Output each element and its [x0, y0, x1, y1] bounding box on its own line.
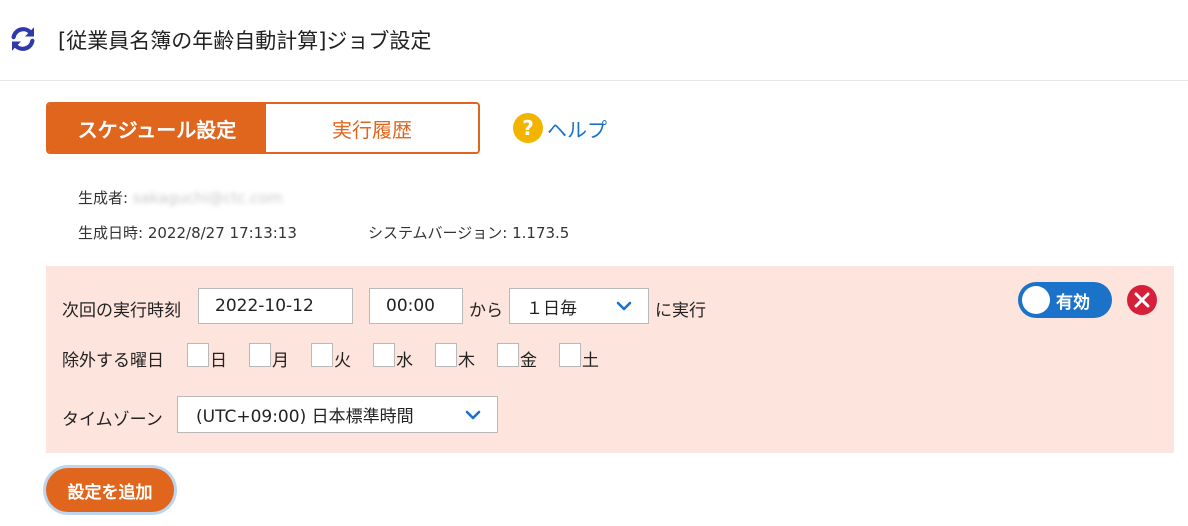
- toggle-knob: [1022, 286, 1050, 314]
- exclude-weekdays-label: 除外する曜日: [62, 351, 164, 371]
- created-at-value: 2022/8/27 17:13:13: [147, 224, 297, 242]
- interval-select[interactable]: １日毎: [509, 288, 649, 324]
- created-at-row: 生成日時: 2022/8/27 17:13:13: [78, 222, 297, 243]
- tab-schedule-settings[interactable]: スケジュール設定: [48, 104, 266, 152]
- weekday-checkbox-thu[interactable]: [435, 343, 457, 367]
- creator-label: 生成者:: [78, 189, 129, 207]
- interval-value: １日毎: [526, 298, 577, 319]
- enabled-label: 有効: [1056, 293, 1090, 313]
- time-input[interactable]: 00:00: [369, 288, 463, 324]
- time-value: 00:00: [386, 296, 435, 316]
- execute-suffix-label: に実行: [655, 301, 706, 321]
- weekday-checkbox-sat[interactable]: [559, 343, 581, 367]
- weekday-checkbox-wed[interactable]: [373, 343, 395, 367]
- page-header: [従業員名簿の年齢自動計算]ジョブ設定: [0, 0, 1188, 81]
- date-value: 2022-10-12: [215, 296, 314, 316]
- weekday-label-fri: 金: [520, 351, 537, 371]
- help-label: ヘルプ: [547, 117, 607, 142]
- weekday-label-thu: 木: [458, 351, 475, 371]
- question-circle-icon: ?: [513, 113, 543, 143]
- tab-bar: スケジュール設定 実行履歴: [46, 102, 480, 154]
- from-label: から: [469, 301, 503, 321]
- creator-row: 生成者: sakaguchi@ctc.com: [78, 187, 283, 208]
- add-setting-button[interactable]: 設定を追加: [46, 468, 174, 512]
- weekday-label-tue: 火: [334, 351, 351, 371]
- enabled-toggle[interactable]: 有効: [1018, 282, 1112, 318]
- system-version-row: システムバージョン: 1.173.5: [368, 222, 569, 243]
- timezone-value: (UTC+09:00) 日本標準時間: [196, 407, 414, 427]
- date-input[interactable]: 2022-10-12: [198, 288, 353, 324]
- chevron-down-icon: [465, 410, 481, 419]
- weekday-label-wed: 水: [396, 351, 413, 371]
- timezone-label: タイムゾーン: [62, 410, 163, 430]
- weekday-checkbox-tue[interactable]: [311, 343, 333, 367]
- next-run-label: 次回の実行時刻: [62, 301, 181, 321]
- refresh-icon[interactable]: [8, 24, 38, 54]
- weekday-checkbox-mon[interactable]: [249, 343, 271, 367]
- weekday-label-mon: 月: [272, 351, 289, 371]
- chevron-down-icon: [616, 301, 632, 311]
- help-link[interactable]: ? ヘルプ: [513, 113, 607, 143]
- weekday-checkbox-sun[interactable]: [187, 343, 209, 367]
- weekday-label-sun: 日: [210, 351, 227, 371]
- close-circle-icon[interactable]: [1126, 284, 1158, 316]
- system-version-label: システムバージョン:: [368, 224, 508, 242]
- weekday-label-sat: 土: [582, 351, 599, 371]
- weekday-checkbox-fri[interactable]: [497, 343, 519, 367]
- system-version-value: 1.173.5: [512, 224, 570, 242]
- page-title: [従業員名簿の年齢自動計算]ジョブ設定: [58, 29, 432, 53]
- timezone-select[interactable]: (UTC+09:00) 日本標準時間: [177, 396, 498, 433]
- created-at-label: 生成日時:: [78, 224, 144, 242]
- tab-execution-history[interactable]: 実行履歴: [266, 104, 478, 152]
- creator-value: sakaguchi@ctc.com: [132, 189, 283, 207]
